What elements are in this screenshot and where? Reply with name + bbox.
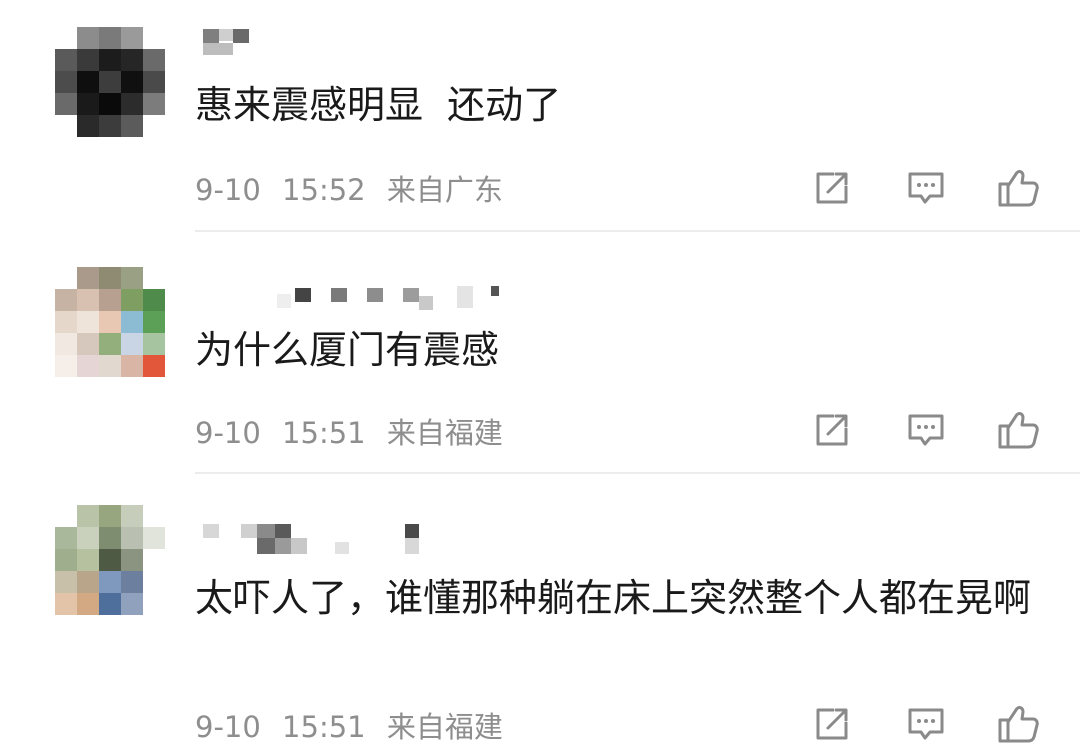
comment-item: 太吓人了，谁懂那种躺在床上突然整个人都在晃啊 9-10 15:51 来自福建 — [0, 474, 1080, 743]
comment-item: 惠来震感明显 还动了 9-10 15:52 来自广东 — [0, 0, 1080, 232]
comment-location: 来自福建 — [386, 710, 503, 743]
comment-meta: 9-10 15:51 来自福建 — [195, 704, 503, 743]
share-button[interactable] — [808, 164, 856, 212]
reply-button[interactable] — [902, 164, 950, 212]
share-icon — [816, 708, 848, 740]
comment-item: 为什么厦门有震感 9-10 15:51 来自福建 — [0, 232, 1080, 474]
comment-text: 太吓人了，谁懂那种躺在床上突然整个人都在晃啊 — [195, 576, 1032, 620]
like-button[interactable] — [994, 164, 1042, 212]
comment-meta: 9-10 15:51 来自福建 — [195, 410, 503, 452]
comment-meta: 9-10 15:52 来自广东 — [195, 167, 503, 209]
username-censored[interactable] — [195, 520, 435, 554]
share-icon — [816, 172, 848, 204]
comment-text: 惠来震感明显 还动了 — [195, 83, 562, 127]
like-icon — [998, 412, 1039, 449]
comment-date: 9-10 — [195, 710, 261, 743]
comment-time: 15:51 — [282, 710, 366, 743]
reply-icon — [908, 708, 944, 740]
reply-icon — [908, 172, 944, 204]
comment-date: 9-10 — [195, 416, 261, 450]
comment-location: 来自广东 — [386, 173, 503, 207]
share-button[interactable] — [808, 406, 856, 454]
comment-text: 为什么厦门有震感 — [195, 328, 500, 372]
like-icon — [998, 170, 1039, 207]
share-button[interactable] — [808, 700, 856, 743]
comment-time: 15:51 — [282, 416, 366, 450]
username-censored[interactable] — [195, 25, 265, 55]
comment-feed: 惠来震感明显 还动了 9-10 15:52 来自广东 为什么厦门有震感 9-10… — [0, 0, 1080, 743]
comment-location: 来自福建 — [386, 416, 503, 450]
reply-icon — [908, 414, 944, 446]
reply-button[interactable] — [902, 700, 950, 743]
comment-time: 15:52 — [282, 173, 366, 207]
avatar[interactable] — [55, 267, 165, 377]
avatar[interactable] — [55, 505, 165, 615]
like-icon — [998, 706, 1039, 743]
like-button[interactable] — [994, 700, 1042, 743]
username-censored[interactable] — [195, 282, 515, 312]
share-icon — [816, 414, 848, 446]
like-button[interactable] — [994, 406, 1042, 454]
comment-date: 9-10 — [195, 173, 261, 207]
avatar[interactable] — [55, 27, 165, 137]
reply-button[interactable] — [902, 406, 950, 454]
